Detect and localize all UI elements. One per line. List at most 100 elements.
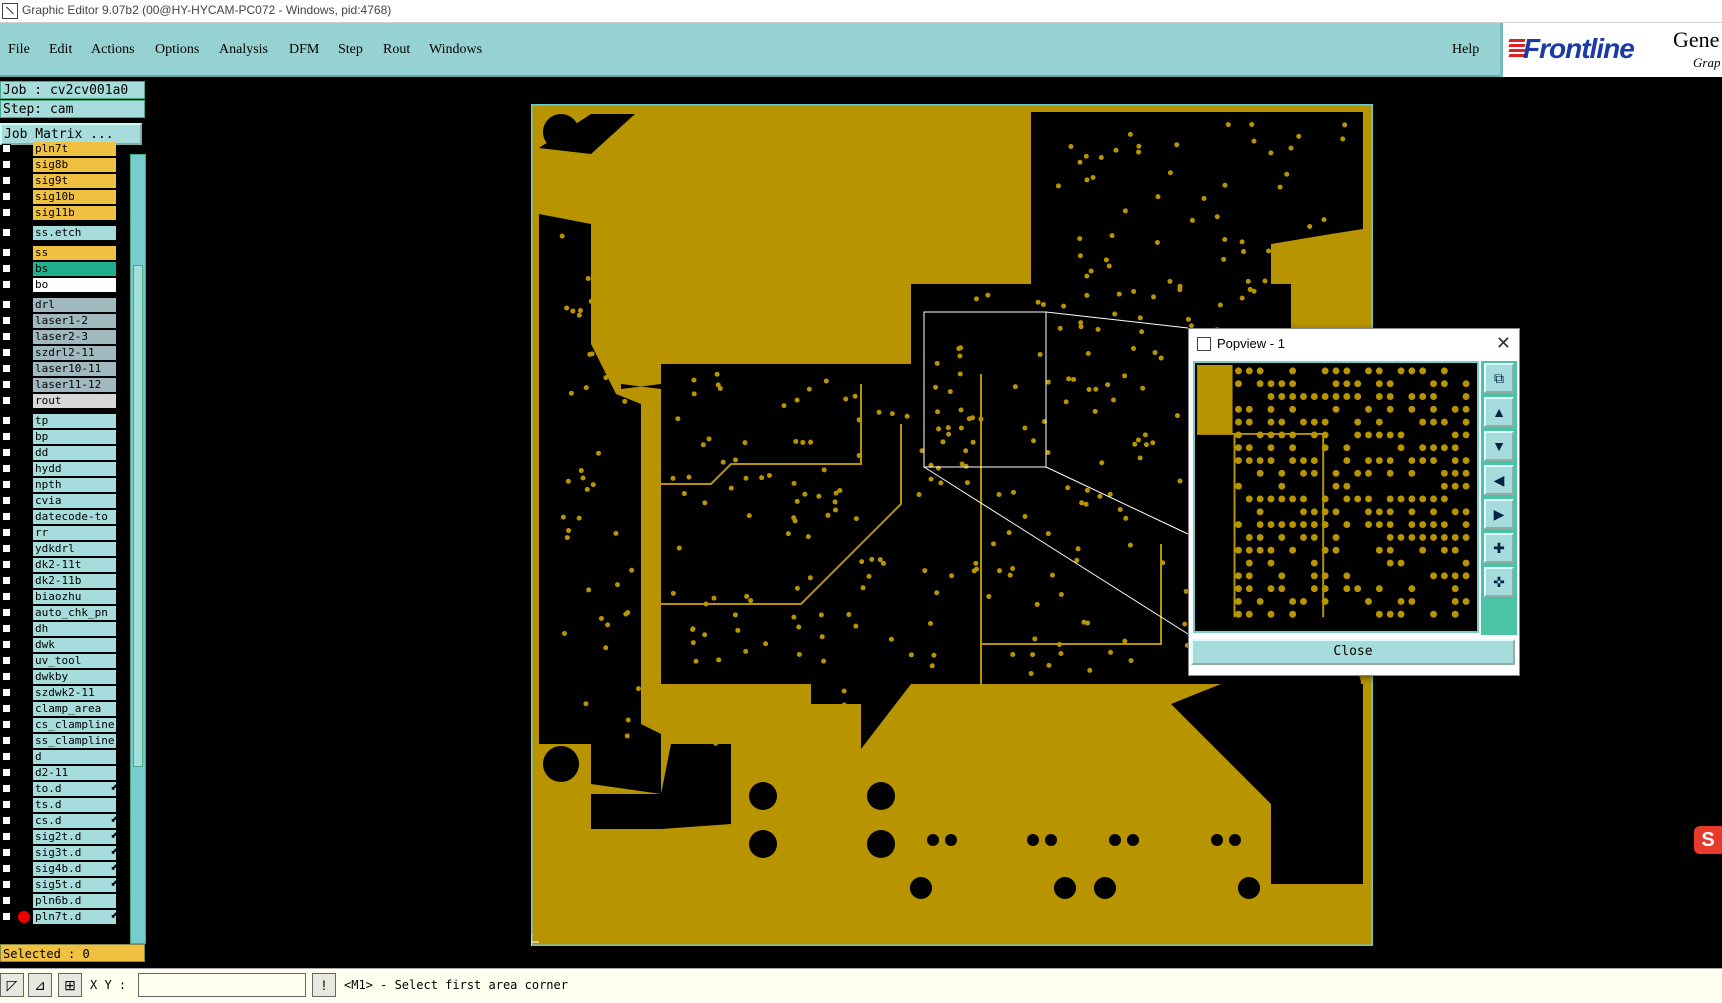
layer-row[interactable]: laser11-12 xyxy=(0,378,120,392)
layer-checkbox[interactable] xyxy=(2,160,11,169)
layer-name[interactable]: biaozhu xyxy=(33,590,116,604)
xy-input[interactable] xyxy=(138,973,306,997)
layer-checkbox[interactable] xyxy=(2,544,11,553)
layer-name[interactable]: auto_chk_pn xyxy=(33,606,116,620)
layer-name[interactable]: laser1-2 xyxy=(33,314,116,328)
menu-rout[interactable]: Rout xyxy=(383,42,410,58)
layer-row[interactable]: pln7t xyxy=(0,142,120,156)
layer-checkbox[interactable] xyxy=(2,704,11,713)
layer-checkbox[interactable] xyxy=(2,912,11,921)
popview-pan-up-icon[interactable]: ▲ xyxy=(1484,397,1514,427)
layer-row[interactable]: ss xyxy=(0,246,120,260)
layer-checkbox[interactable] xyxy=(2,432,11,441)
layer-checkbox[interactable] xyxy=(2,380,11,389)
layer-name[interactable]: laser10-11 xyxy=(33,362,116,376)
layer-name[interactable]: npth xyxy=(33,478,116,492)
layer-row[interactable]: biaozhu xyxy=(0,590,120,604)
select-tool-icon[interactable]: ◸ xyxy=(0,973,24,997)
layer-row[interactable]: ss.etch xyxy=(0,226,120,240)
layer-checkbox[interactable] xyxy=(2,396,11,405)
scrollbar-thumb[interactable] xyxy=(133,265,143,767)
layer-row[interactable]: sig2t.d ⬋ xyxy=(0,830,120,844)
layer-name[interactable]: szdrl2-11 xyxy=(33,346,116,360)
layer-checkbox[interactable] xyxy=(2,592,11,601)
menu-actions[interactable]: Actions xyxy=(91,42,135,58)
layer-name[interactable]: dwk xyxy=(33,638,116,652)
layer-checkbox[interactable] xyxy=(2,864,11,873)
layer-row[interactable]: dh xyxy=(0,622,120,636)
layer-name[interactable]: sig8b xyxy=(33,158,116,172)
layer-name[interactable]: ss_clampline xyxy=(33,734,116,748)
menu-file[interactable]: File xyxy=(8,42,30,58)
layer-checkbox[interactable] xyxy=(2,576,11,585)
layer-row[interactable]: laser2-3 xyxy=(0,330,120,344)
layer-row[interactable]: cs.d ⬋ xyxy=(0,814,120,828)
layer-checkbox[interactable] xyxy=(2,208,11,217)
layer-row[interactable]: auto_chk_pn xyxy=(0,606,120,620)
layer-checkbox[interactable] xyxy=(2,720,11,729)
layer-name[interactable]: tp xyxy=(33,414,116,428)
menu-step[interactable]: Step xyxy=(338,42,363,58)
layer-checkbox[interactable] xyxy=(2,528,11,537)
layer-row[interactable]: cs_clampline xyxy=(0,718,120,732)
layer-name[interactable]: dk2-11b xyxy=(33,574,116,588)
layer-name[interactable]: dk2-11t xyxy=(33,558,116,572)
layer-name[interactable]: bp xyxy=(33,430,116,444)
layer-checkbox[interactable] xyxy=(2,280,11,289)
layer-row[interactable]: sig5t.d ⬋ xyxy=(0,878,120,892)
layer-name[interactable]: sig9t xyxy=(33,174,116,188)
layer-row[interactable]: szdwk2-11 xyxy=(0,686,120,700)
layer-row[interactable]: sig10b xyxy=(0,190,120,204)
layer-row[interactable]: sig3t.d ⬋ xyxy=(0,846,120,860)
layer-checkbox[interactable] xyxy=(2,688,11,697)
layer-name[interactable]: clamp_area xyxy=(33,702,116,716)
layer-row[interactable]: dwk xyxy=(0,638,120,652)
layer-row[interactable]: uv_tool xyxy=(0,654,120,668)
popview-zoom-window-icon[interactable]: ⧉ xyxy=(1484,363,1514,393)
layer-name[interactable]: bo xyxy=(33,278,116,292)
layer-row[interactable]: laser1-2 xyxy=(0,314,120,328)
layer-row[interactable]: sig4b.d ⬋ xyxy=(0,862,120,876)
layer-name[interactable]: drl xyxy=(33,298,116,312)
layer-row[interactable]: bo xyxy=(0,278,120,292)
layer-checkbox[interactable] xyxy=(2,640,11,649)
layer-checkbox[interactable] xyxy=(2,300,11,309)
layer-row[interactable]: drl xyxy=(0,298,120,312)
layer-checkbox[interactable] xyxy=(2,784,11,793)
popview-close-icon[interactable]: ✕ xyxy=(1496,333,1511,354)
layer-name[interactable]: sig10b xyxy=(33,190,116,204)
ime-tray-icon[interactable]: S xyxy=(1694,826,1722,854)
layer-name[interactable]: sig4b.d xyxy=(33,862,116,876)
menu-options[interactable]: Options xyxy=(155,42,199,58)
layer-name[interactable]: pln6b.d xyxy=(33,894,116,908)
layer-checkbox[interactable] xyxy=(2,364,11,373)
layer-row[interactable]: pln7t.d ⬋ xyxy=(0,910,120,924)
layer-name[interactable]: bs xyxy=(33,262,116,276)
layer-checkbox[interactable] xyxy=(2,448,11,457)
layer-row[interactable]: d2-11 xyxy=(0,766,120,780)
layer-name[interactable]: to.d xyxy=(33,782,116,796)
layer-checkbox[interactable] xyxy=(2,560,11,569)
layer-checkbox[interactable] xyxy=(2,192,11,201)
layer-name[interactable]: sig3t.d xyxy=(33,846,116,860)
layer-row[interactable]: dd xyxy=(0,446,120,460)
layer-checkbox[interactable] xyxy=(2,880,11,889)
layer-row[interactable]: ydkdrl xyxy=(0,542,120,556)
layer-row[interactable]: dk2-11b xyxy=(0,574,120,588)
layer-checkbox[interactable] xyxy=(2,144,11,153)
alert-icon[interactable]: ! xyxy=(312,973,336,997)
menu-help[interactable]: Help xyxy=(1452,42,1479,58)
layer-checkbox[interactable] xyxy=(2,248,11,257)
layer-row[interactable]: to.d ⬋ xyxy=(0,782,120,796)
layer-checkbox[interactable] xyxy=(2,464,11,473)
layer-checkbox[interactable] xyxy=(2,348,11,357)
layer-name[interactable]: sig2t.d xyxy=(33,830,116,844)
layer-name[interactable]: cs_clampline xyxy=(33,718,116,732)
layer-checkbox[interactable] xyxy=(2,496,11,505)
layer-checkbox[interactable] xyxy=(2,896,11,905)
popview-zoom-canvas[interactable] xyxy=(1193,361,1479,633)
layer-checkbox[interactable] xyxy=(2,480,11,489)
layer-checkbox[interactable] xyxy=(2,752,11,761)
layer-name[interactable]: dwkby xyxy=(33,670,116,684)
layer-row[interactable]: laser10-11 xyxy=(0,362,120,376)
